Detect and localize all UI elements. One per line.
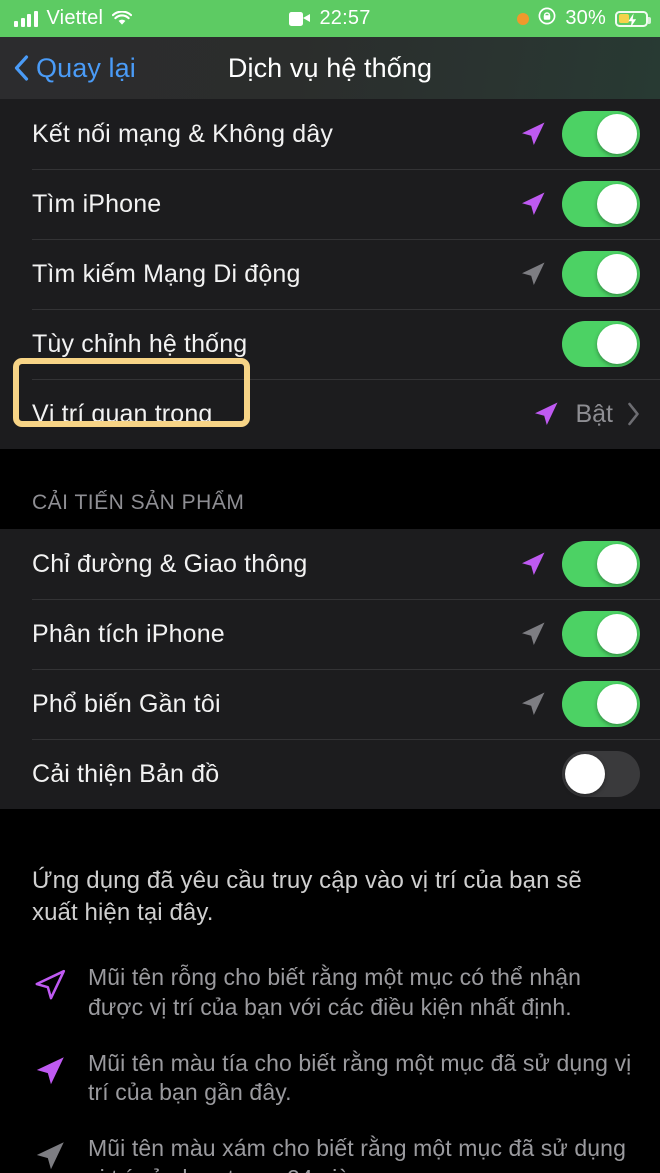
row-accessory (518, 611, 640, 657)
arrow-legend: Mũi tên rỗng cho biết rằng một mục có th… (32, 963, 632, 1173)
legend-text: Mũi tên màu xám cho biết rằng một mục đã… (88, 1135, 626, 1173)
rotation-lock-icon (538, 7, 556, 30)
list-item: Mũi tên màu xám cho biết rằng một mục đã… (32, 1134, 632, 1173)
battery-charging-icon (615, 10, 651, 27)
row-accessory (562, 751, 640, 797)
list-item: Mũi tên màu tía cho biết rằng một mục đã… (32, 1049, 632, 1109)
row-toggle[interactable] (562, 251, 640, 297)
purple-filled-arrow-icon (522, 122, 545, 145)
table-row[interactable]: Cải thiện Bản đồ (0, 739, 660, 809)
row-accessory: Bật (531, 399, 640, 429)
row-toggle[interactable] (562, 611, 640, 657)
row-label: Kết nối mạng & Không dây (32, 119, 334, 148)
row-label: Phổ biến Gần tôi (32, 689, 221, 718)
row-value: Bật (575, 399, 613, 428)
row-accessory (518, 111, 640, 157)
gray-filled-arrow-icon (522, 692, 545, 715)
row-label: Tìm iPhone (32, 189, 162, 218)
row-label: Phân tích iPhone (32, 619, 225, 648)
system-services-list: Kết nối mạng & Không dây Tìm iPhone Tìm … (0, 99, 660, 449)
row-accessory (518, 251, 640, 297)
table-row[interactable]: Tùy chỉnh hệ thống (0, 309, 660, 379)
navigation-bar: Quay lại Dịch vụ hệ thống (0, 37, 660, 99)
microphone-in-use-dot (517, 12, 530, 25)
purple-filled-arrow-icon (36, 1056, 64, 1084)
row-toggle[interactable] (562, 751, 640, 797)
row-accessory (562, 321, 640, 367)
row-label: Vị trí quan trọng (32, 399, 213, 428)
iphone-screen: Viettel 22:57 30% Quay lại Dịch vụ hệ th… (0, 0, 660, 1173)
row-toggle[interactable] (562, 681, 640, 727)
chevron-right-icon (628, 402, 639, 426)
back-button-label: Quay lại (36, 52, 136, 83)
row-toggle[interactable] (562, 111, 640, 157)
table-row-significant-locations[interactable]: Vị trí quan trọng Bật (0, 379, 660, 449)
section-header-product-improvement: CẢI TIẾN SẢN PHẨM (32, 491, 245, 514)
legend-text: Mũi tên rỗng cho biết rằng một mục có th… (88, 963, 581, 1020)
footer-section: Ứng dụng đã yêu cầu truy cập vào vị trí … (0, 809, 660, 1173)
gray-filled-arrow-icon (36, 1142, 64, 1170)
battery-percent-label: 30% (565, 7, 606, 29)
table-row[interactable]: Phổ biến Gần tôi (0, 669, 660, 739)
row-toggle[interactable] (562, 541, 640, 587)
footer-intro-text: Ứng dụng đã yêu cầu truy cập vào vị trí … (32, 867, 582, 926)
legend-text: Mũi tên màu tía cho biết rằng một mục đã… (88, 1049, 632, 1106)
chevron-left-icon (14, 55, 29, 81)
status-bar-right: 30% (517, 7, 651, 30)
product-improvement-list: Chỉ đường & Giao thông Phân tích iPhone … (0, 529, 660, 809)
row-label: Chỉ đường & Giao thông (32, 549, 308, 578)
row-toggle[interactable] (562, 181, 640, 227)
table-row[interactable]: Tìm iPhone (0, 169, 660, 239)
table-row[interactable]: Kết nối mạng & Không dây (0, 99, 660, 169)
screen-recording-icon (289, 11, 311, 26)
table-row[interactable]: Chỉ đường & Giao thông (0, 529, 660, 599)
section-header-container: CẢI TIẾN SẢN PHẨM (0, 449, 660, 529)
gray-filled-arrow-icon (522, 622, 545, 645)
list-item: Mũi tên rỗng cho biết rằng một mục có th… (32, 963, 632, 1023)
gray-filled-arrow-icon (522, 262, 545, 285)
status-bar: Viettel 22:57 30% (0, 0, 660, 37)
purple-filled-arrow-icon (522, 552, 545, 575)
purple-filled-arrow-icon (535, 402, 558, 425)
purple-filled-arrow-icon (522, 192, 545, 215)
row-label: Tùy chỉnh hệ thống (32, 329, 248, 358)
row-label: Cải thiện Bản đồ (32, 759, 220, 788)
purple-hollow-arrow-icon (35, 969, 66, 1000)
table-row[interactable]: Tìm kiếm Mạng Di động (0, 239, 660, 309)
row-label: Tìm kiếm Mạng Di động (32, 259, 301, 288)
row-accessory (518, 541, 640, 587)
back-button[interactable]: Quay lại (14, 53, 136, 84)
row-accessory (518, 181, 640, 227)
row-toggle[interactable] (562, 321, 640, 367)
table-row[interactable]: Phân tích iPhone (0, 599, 660, 669)
row-accessory (518, 681, 640, 727)
clock-label: 22:57 (319, 7, 371, 29)
